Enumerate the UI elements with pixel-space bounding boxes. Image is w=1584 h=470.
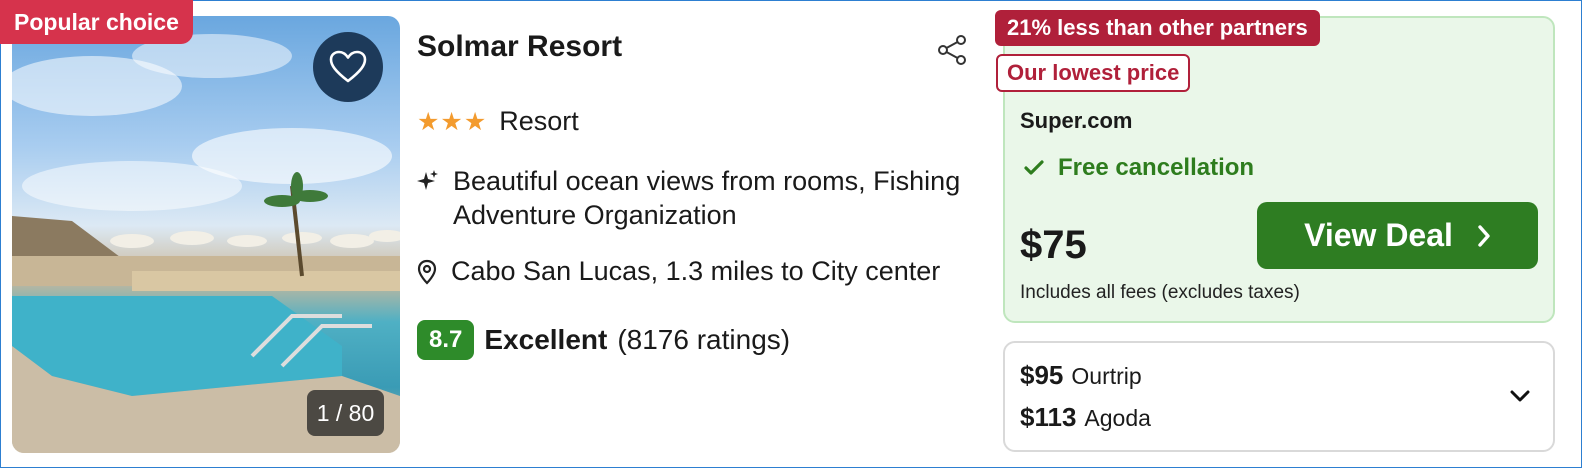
other-price-row[interactable]: $95 Ourtrip	[1020, 360, 1142, 391]
check-icon	[1024, 160, 1044, 175]
fees-note: Includes all fees (excludes taxes)	[1020, 282, 1300, 303]
view-deal-label: View Deal	[1304, 217, 1453, 253]
image-counter: 1 / 80	[307, 390, 384, 436]
location-text: Cabo San Lucas, 1.3 miles to City center	[451, 256, 941, 286]
sparkle-icon	[417, 170, 438, 190]
popular-choice-badge: Popular choice	[0, 0, 193, 44]
lowest-price-tag: Our lowest price	[996, 54, 1191, 92]
deal-price: $75	[1020, 223, 1087, 267]
savings-tag: 21% less than other partners	[995, 10, 1320, 46]
rating-score-badge: 8.7	[417, 320, 475, 360]
rating-count: (8176 ratings)	[617, 324, 791, 355]
deal-partner-name: Super.com	[1020, 108, 1133, 133]
other-price-row[interactable]: $113 Agoda	[1020, 402, 1151, 433]
star-rating-row: ★★★ Resort	[417, 106, 579, 137]
hotel-title[interactable]: Solmar Resort	[417, 30, 622, 64]
other-price: $95	[1020, 360, 1064, 390]
rating-row[interactable]: 8.7 Excellent (8176 ratings)	[417, 320, 790, 360]
features-row: Beautiful ocean views from rooms, Fishin…	[417, 164, 973, 232]
location-pin-icon	[417, 259, 437, 285]
other-prices-panel[interactable]	[1003, 341, 1555, 452]
free-cancellation-text: Free cancellation	[1058, 154, 1255, 181]
star-icons: ★★★	[417, 107, 488, 136]
features-text: Beautiful ocean views from rooms, Fishin…	[453, 166, 961, 230]
chevron-right-icon	[1478, 224, 1490, 247]
favorite-button[interactable]	[313, 32, 383, 102]
heart-icon	[329, 50, 367, 83]
location-row: Cabo San Lucas, 1.3 miles to City center	[417, 256, 940, 287]
rating-label: Excellent	[484, 324, 608, 355]
other-partner: Ourtrip	[1071, 363, 1142, 389]
other-price: $113	[1020, 402, 1077, 432]
view-deal-button[interactable]: View Deal	[1257, 202, 1538, 269]
free-cancellation: Free cancellation	[1024, 154, 1254, 182]
accommodation-type: Resort	[499, 106, 579, 136]
chevron-down-icon[interactable]	[1508, 386, 1532, 406]
other-partner: Agoda	[1084, 405, 1151, 431]
share-icon[interactable]	[936, 34, 968, 66]
